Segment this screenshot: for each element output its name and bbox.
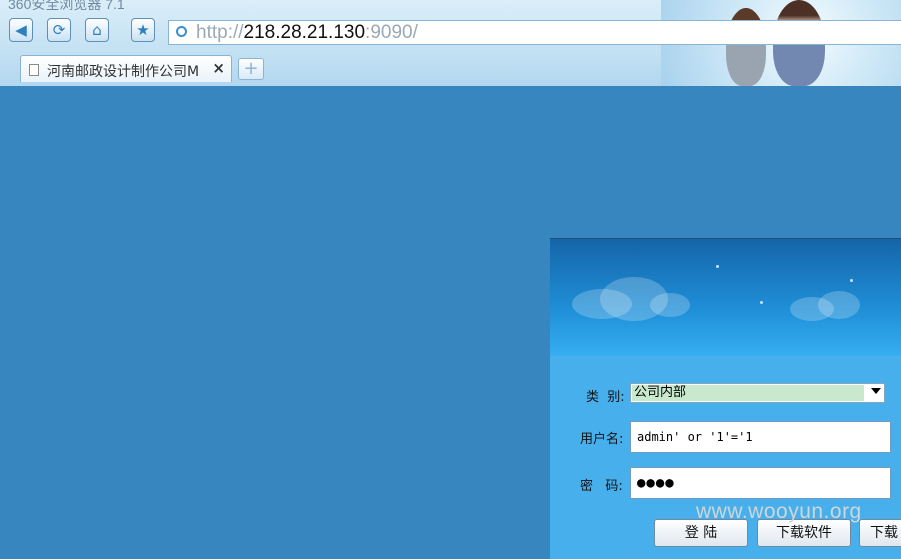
star-dot [850, 279, 853, 282]
address-bar[interactable]: http://218.28.21.130:9090/ [168, 20, 901, 45]
refresh-icon: ⟳ [52, 21, 66, 39]
tab-active[interactable]: 河南邮政设计制作公司M × [20, 55, 232, 82]
back-button[interactable]: ◀ [9, 18, 33, 42]
chevron-down-icon [871, 388, 881, 394]
login-banner [550, 239, 901, 356]
cloud-shape [818, 291, 860, 319]
browser-chrome: 360安全浏览器 7.1 ◀ ⟳ ⌂ ★ http://218.28.21.13… [0, 0, 901, 86]
password-label: 密 码: [580, 479, 623, 494]
category-select[interactable]: 公司内部 [630, 383, 885, 403]
home-icon: ⌂ [92, 21, 102, 39]
address-text: http://218.28.21.130:9090/ [196, 22, 418, 44]
password-input[interactable]: ●●●● [630, 467, 891, 499]
category-selected-value: 公司内部 [632, 385, 864, 401]
star-dot [716, 265, 719, 268]
url-scheme: http:// [196, 22, 244, 43]
page-globe-icon [176, 26, 187, 37]
browser-title: 360安全浏览器 7.1 [8, 0, 125, 12]
refresh-button[interactable]: ⟳ [47, 18, 71, 42]
category-label: 类 别: [586, 390, 625, 405]
favorites-button[interactable]: ★ [131, 18, 155, 42]
page-icon [29, 64, 39, 76]
back-arrow-icon: ◀ [15, 21, 27, 39]
close-icon[interactable]: × [212, 59, 225, 77]
username-input[interactable]: admin' or '1'='1 [630, 421, 891, 453]
cloud-shape [650, 293, 690, 317]
url-host: 218.28.21.130 [243, 22, 366, 43]
url-port: :9090/ [365, 22, 418, 43]
username-label: 用户名: [580, 432, 624, 447]
star-icon: ★ [136, 21, 150, 39]
home-button[interactable]: ⌂ [85, 18, 109, 42]
watermark-text: www.wooyun.org [696, 500, 862, 523]
tab-label: 河南邮政设计制作公司M [47, 64, 200, 80]
star-dot [760, 301, 763, 304]
new-tab-button[interactable]: + [238, 58, 264, 80]
